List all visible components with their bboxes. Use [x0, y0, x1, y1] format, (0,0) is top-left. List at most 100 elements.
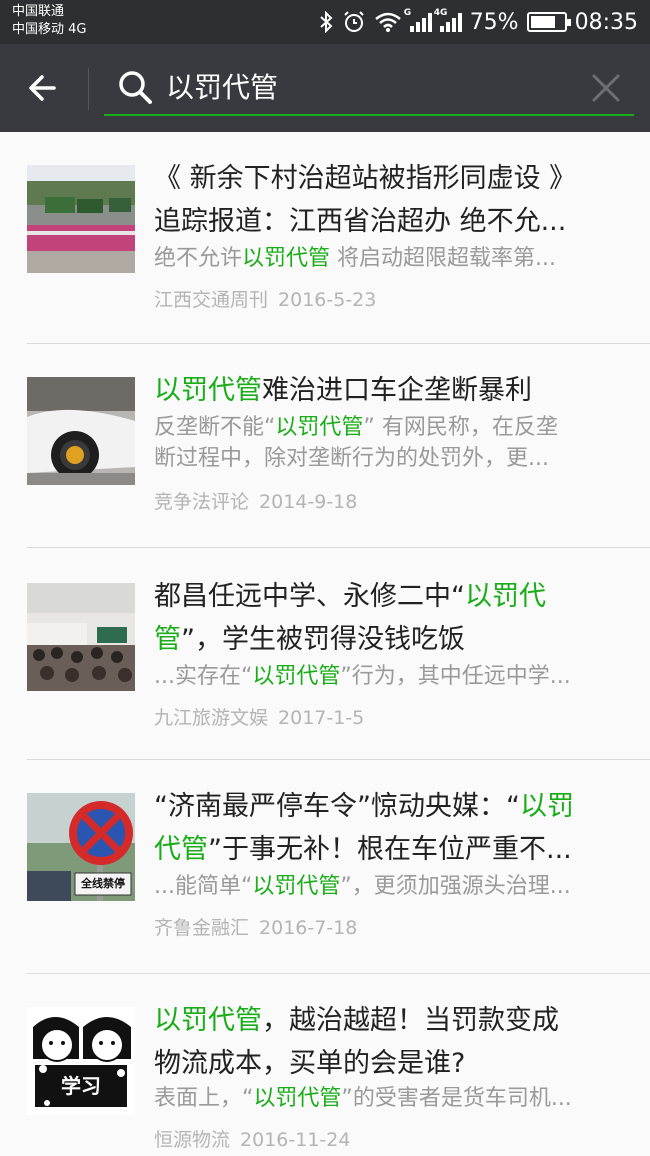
- text-segment: ...能简单“: [154, 874, 253, 899]
- text-segment: 追踪报道：江西省治超办 绝不允...: [154, 206, 567, 237]
- keyword-highlight: 以罚代管: [242, 246, 331, 271]
- keyword-highlight: 以罚代管: [154, 375, 262, 406]
- text-segment: ”，学生被罚得没钱吃饭: [181, 624, 465, 655]
- keyword-highlight: 以罚代: [465, 581, 546, 612]
- result-snippet: 绝不允许以罚代管 将启动超限超载率第...: [154, 243, 624, 274]
- keyword-highlight: 代管: [154, 834, 208, 865]
- text-segment: 难治进口车企垄断暴利: [262, 375, 532, 406]
- wifi-icon: [374, 11, 402, 33]
- back-arrow-icon: [29, 75, 56, 101]
- result-meta: 恒源物流 2016-11-24: [154, 1127, 350, 1153]
- result-title[interactable]: 都昌任远中学、永修二中“以罚代 管”，学生被罚得没钱吃饭: [154, 575, 624, 661]
- text-segment: 物流成本，买单的会是谁?: [154, 1048, 466, 1079]
- result-meta: 江西交通周刊 2016-5-23: [154, 287, 376, 313]
- thumbnail-sign-text: 全线禁停: [81, 877, 125, 890]
- alarm-icon: [342, 10, 366, 34]
- result-snippet: 反垄断不能“以罚代管” 有网民称，在反垄断过程中，除对垄断行为的处罚外，更...: [154, 412, 624, 474]
- battery-percent: 75%: [469, 9, 519, 35]
- text-segment: ”于事无补！根在车位严重不...: [208, 834, 572, 865]
- snippet-line: 反垄断不能“以罚代管” 有网民称，在反垄: [154, 412, 624, 443]
- result-source: 江西交通周刊: [154, 289, 269, 311]
- snippet-line: 断过程中，除对垄断行为的处罚外，更...: [154, 443, 624, 474]
- text-segment: 断过程中，除对垄断行为的处罚外，更...: [154, 446, 549, 471]
- result-date: 2016-7-18: [259, 917, 358, 939]
- result-date: 2017-1-5: [278, 707, 365, 729]
- result-thumbnail: 学习: [27, 1007, 135, 1115]
- result-date: 2014-9-18: [259, 491, 358, 513]
- title-line: 代管”于事无补！根在车位严重不...: [154, 828, 624, 871]
- snippet-line: 绝不允许以罚代管 将启动超限超载率第...: [154, 243, 624, 274]
- carrier-1-label: 中国联通: [12, 4, 65, 19]
- title-line: 以罚代管难治进口车企垄断暴利: [154, 369, 624, 412]
- result-date: 2016-5-23: [278, 289, 377, 311]
- result-title[interactable]: 《 新余下村治超站被指形同虚设 》追踪报道：江西省治超办 绝不允...: [154, 157, 624, 243]
- keyword-highlight: 以罚: [519, 791, 574, 822]
- result-thumbnail: [27, 583, 135, 691]
- signal-icon-2: 4G: [434, 8, 462, 32]
- battery-icon: [526, 12, 571, 32]
- bluetooth-icon: [318, 11, 334, 33]
- status-icons: G 4G 75% 08:35: [318, 0, 638, 44]
- search-toolbar: 以罚代管: [0, 44, 650, 132]
- result-item[interactable]: 以罚代管难治进口车企垄断暴利 反垄断不能“以罚代管” 有网民称，在反垄 断过程中，除…: [0, 344, 650, 548]
- result-snippet: ...实存在“以罚代管”行为，其中任远中学...: [154, 661, 624, 692]
- result-snippet: 表面上，“以罚代管”的受害者是货车司机...: [154, 1083, 624, 1114]
- clear-search-icon[interactable]: [590, 72, 622, 104]
- title-line: 都昌任远中学、永修二中“以罚代: [154, 575, 624, 618]
- search-query-text[interactable]: 以罚代管: [166, 70, 278, 106]
- text-segment: “济南最严停车令”惊动央媒：“: [154, 791, 520, 822]
- keyword-highlight: 以罚代管: [252, 874, 341, 899]
- result-title[interactable]: 以罚代管难治进口车企垄断暴利: [154, 369, 624, 412]
- snippet-line: 表面上，“以罚代管”的受害者是货车司机...: [154, 1083, 624, 1114]
- network-type-label-1: G: [403, 8, 412, 18]
- result-meta: 九江旅游文娱 2017-1-5: [154, 705, 364, 731]
- result-source: 九江旅游文娱: [154, 707, 269, 729]
- keyword-highlight: 以罚代管: [275, 415, 364, 440]
- result-title[interactable]: 以罚代管，越治越超！当罚款变成物流成本，买单的会是谁?: [154, 999, 624, 1085]
- text-segment: ”的受害者是货车司机...: [341, 1086, 572, 1111]
- text-segment: ”行为，其中任远中学...: [340, 664, 571, 689]
- keyword-highlight: 管: [154, 624, 181, 655]
- result-date: 2016-11-24: [240, 1129, 351, 1151]
- clock: 08:35: [574, 9, 638, 35]
- title-line: 《 新余下村治超站被指形同虚设 》: [154, 157, 624, 200]
- search-results-list: 《 新余下村治超站被指形同虚设 》追踪报道：江西省治超办 绝不允... 绝不允许以…: [0, 132, 650, 1156]
- text-segment: 反垄断不能“: [154, 415, 276, 440]
- search-input[interactable]: 以罚代管: [104, 62, 634, 116]
- text-segment: ”，更须加强源头治理...: [340, 874, 571, 899]
- keyword-highlight: 以罚代管: [154, 1005, 262, 1036]
- title-line: 追踪报道：江西省治超办 绝不允...: [154, 200, 624, 243]
- title-line: 以罚代管，越治越超！当罚款变成: [154, 999, 624, 1042]
- text-segment: ，越治越超！当罚款变成: [262, 1005, 559, 1036]
- keyword-highlight: 以罚代管: [252, 664, 341, 689]
- keyword-highlight: 以罚代管: [253, 1086, 342, 1111]
- result-source: 竞争法评论: [154, 491, 250, 513]
- thumbnail-caption: 学习: [61, 1074, 101, 1098]
- result-thumbnail: [27, 377, 135, 485]
- network-type-label-2: 4G: [433, 8, 448, 18]
- text-segment: ” 有网民称，在反垄: [363, 415, 558, 440]
- text-segment: 绝不允许: [154, 246, 243, 271]
- carrier-info: 中国联通 中国移动 4G: [12, 3, 86, 39]
- status-bar: 中国联通 中国移动 4G G 4G 75% 08:35: [0, 0, 650, 44]
- result-thumbnail: 全线禁停: [27, 793, 135, 901]
- signal-icon-1: G: [404, 8, 432, 32]
- result-item[interactable]: 全线禁停 “济南最严停车令”惊动央媒：“以罚 代管”于事无补！根在车位严重不....…: [0, 760, 650, 974]
- snippet-line: ...能简单“以罚代管”，更须加强源头治理...: [154, 871, 624, 902]
- back-button[interactable]: [24, 70, 64, 106]
- result-source: 齐鲁金融汇: [154, 917, 250, 939]
- result-meta: 竞争法评论 2014-9-18: [154, 489, 357, 515]
- result-item[interactable]: 学习 以罚代管，越治越超！当罚款变成 物流成本，买单的会是谁? 表面上，“以罚代管”的…: [0, 974, 650, 1156]
- toolbar-divider: [88, 68, 89, 110]
- result-snippet: ...能简单“以罚代管”，更须加强源头治理...: [154, 871, 624, 902]
- text-segment: 都昌任远中学、永修二中“: [154, 581, 465, 612]
- result-source: 恒源物流: [154, 1129, 231, 1151]
- result-item[interactable]: 都昌任远中学、永修二中“以罚代 管”，学生被罚得没钱吃饭 ...实存在“以罚代管”行…: [0, 548, 650, 760]
- result-meta: 齐鲁金融汇 2016-7-18: [154, 915, 357, 941]
- title-line: 物流成本，买单的会是谁?: [154, 1042, 624, 1085]
- result-item[interactable]: 《 新余下村治超站被指形同虚设 》追踪报道：江西省治超办 绝不允... 绝不允许以…: [0, 132, 650, 344]
- result-title[interactable]: “济南最严停车令”惊动央媒：“以罚代管”于事无补！根在车位严重不...: [154, 785, 624, 871]
- search-icon: [119, 71, 152, 104]
- title-line: 管”，学生被罚得没钱吃饭: [154, 618, 624, 661]
- text-segment: 表面上，“: [154, 1086, 254, 1111]
